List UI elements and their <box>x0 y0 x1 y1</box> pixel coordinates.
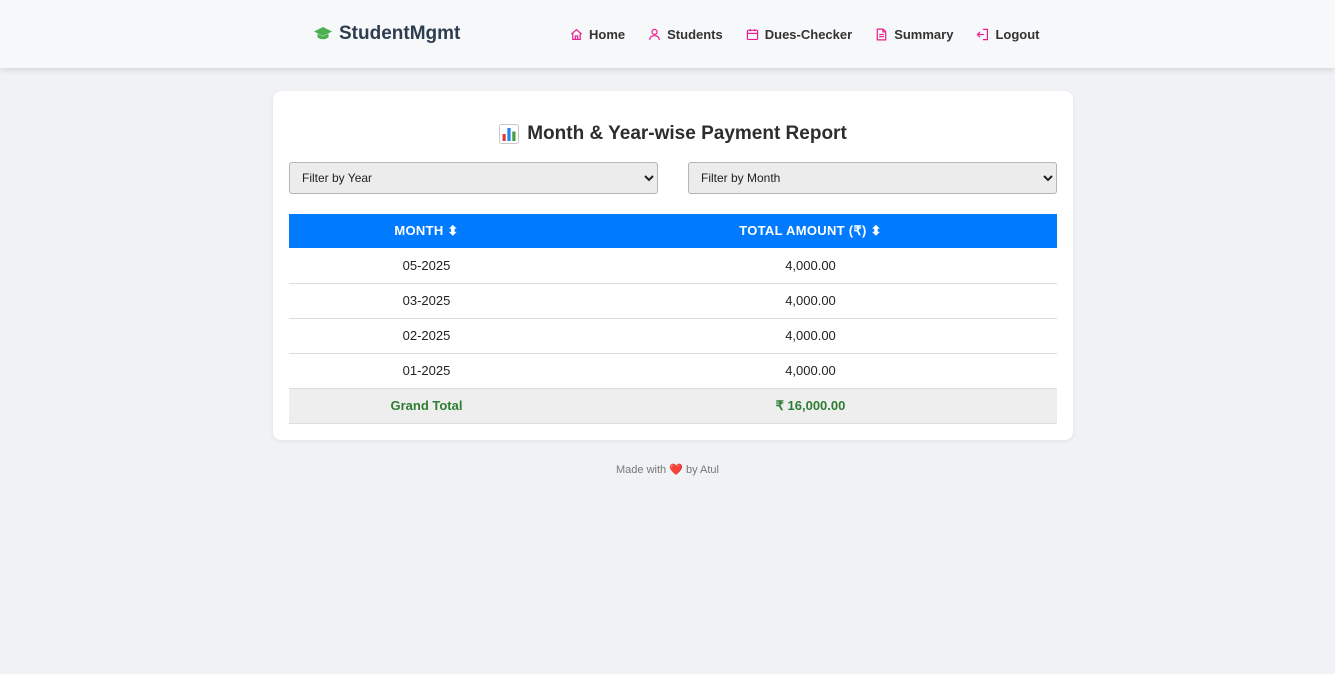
nav-logout[interactable]: Logout <box>976 27 1039 42</box>
table-header-row: MONTH ⬍ TOTAL AMOUNT (₹) ⬍ <box>289 214 1057 248</box>
table-row: 05-2025 4,000.00 <box>289 248 1057 284</box>
table-row: 02-2025 4,000.00 <box>289 318 1057 354</box>
month-cell: 02-2025 <box>289 318 564 354</box>
brand[interactable]: StudentMgmt <box>314 22 460 46</box>
table-row: 01-2025 4,000.00 <box>289 353 1057 389</box>
grand-total-amount: ₹ 16,000.00 <box>564 388 1057 424</box>
grand-total-row: Grand Total ₹ 16,000.00 <box>289 388 1057 424</box>
navbar: StudentMgmt Home Students Dues-Checker S… <box>0 0 1335 68</box>
report-card: Month & Year-wise Payment Report Filter … <box>273 91 1073 440</box>
nav-home[interactable]: Home <box>570 27 625 42</box>
nav-students-label: Students <box>667 26 723 42</box>
month-cell: 05-2025 <box>289 248 564 284</box>
table-row: 03-2025 4,000.00 <box>289 283 1057 319</box>
month-cell: 01-2025 <box>289 353 564 389</box>
home-icon <box>571 28 582 40</box>
month-column-header[interactable]: MONTH ⬍ <box>289 214 564 248</box>
bar-chart-icon <box>499 124 520 144</box>
month-cell: 03-2025 <box>289 283 564 319</box>
user-icon <box>649 28 661 40</box>
amount-cell: 4,000.00 <box>564 248 1057 284</box>
footer-suffix: by Atul <box>685 464 719 476</box>
amount-column-header[interactable]: TOTAL AMOUNT (₹) ⬍ <box>564 214 1057 248</box>
nav-dues-checker[interactable]: Dues-Checker <box>746 27 852 42</box>
year-filter-select[interactable]: Filter by Year <box>289 162 658 194</box>
grand-total-label: Grand Total <box>289 388 564 424</box>
nav-dues-checker-label: Dues-Checker <box>764 26 853 42</box>
nav-students[interactable]: Students <box>648 27 723 42</box>
nav-logout-label: Logout <box>995 26 1040 42</box>
page-title: Month & Year-wise Payment Report <box>273 123 1073 145</box>
payment-report-table: MONTH ⬍ TOTAL AMOUNT (₹) ⬍ 05-2025 4,000… <box>289 214 1057 424</box>
logout-icon <box>976 28 989 40</box>
footer-prefix: Made with <box>616 464 667 476</box>
footer: Made with ❤️ by Atul <box>0 463 1335 476</box>
amount-cell: 4,000.00 <box>564 353 1057 389</box>
heart-icon: ❤️ <box>669 464 683 476</box>
document-icon <box>876 28 887 40</box>
nav-links: Home Students Dues-Checker Summary Logou… <box>570 25 1039 43</box>
month-filter-select[interactable]: Filter by Month <box>688 162 1057 194</box>
nav-summary[interactable]: Summary <box>875 27 953 42</box>
page-title-text: Month & Year-wise Payment Report <box>527 123 847 144</box>
nav-home-label: Home <box>589 26 626 42</box>
calendar-icon <box>746 28 758 40</box>
amount-cell: 4,000.00 <box>564 283 1057 319</box>
nav-summary-label: Summary <box>894 26 954 42</box>
amount-cell: 4,000.00 <box>564 318 1057 354</box>
graduation-cap-icon <box>314 27 332 40</box>
brand-name: StudentMgmt <box>339 23 461 44</box>
